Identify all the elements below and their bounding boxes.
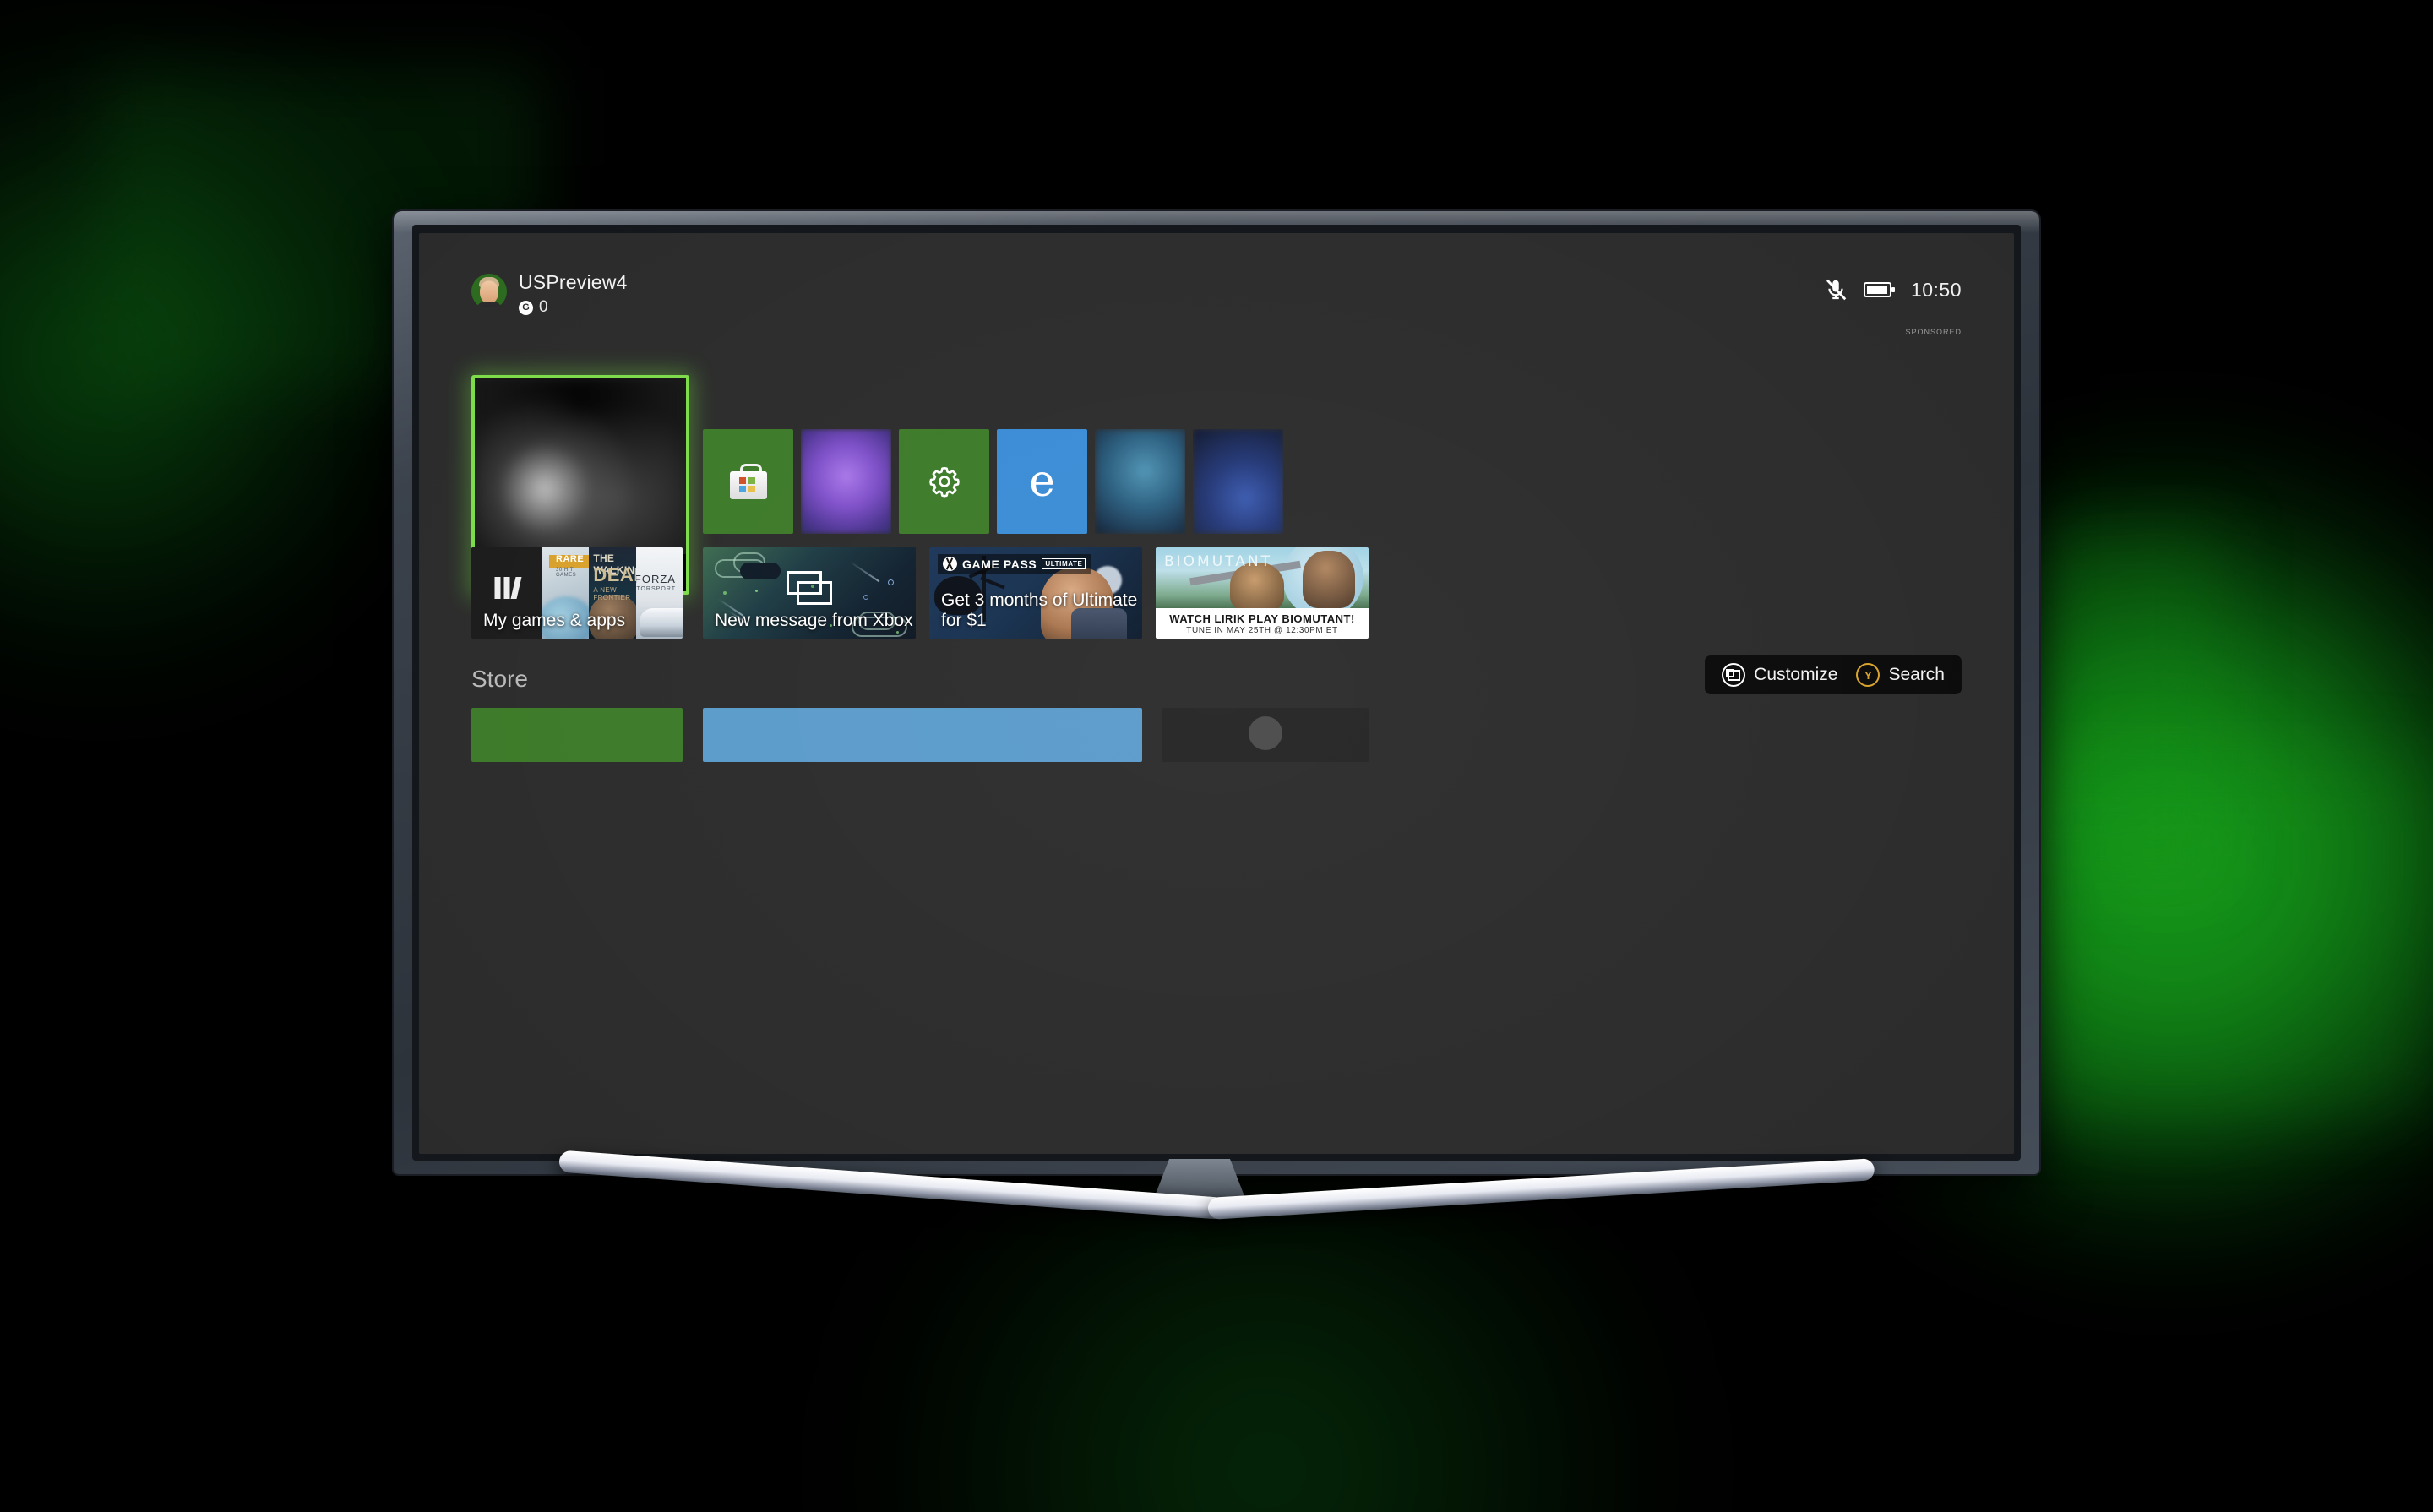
card-my-games-and-apps[interactable]: RARE 30 HIT GAMES THE WALKING DEAD A NEW… bbox=[471, 547, 683, 639]
tile-microsoft-store[interactable] bbox=[703, 429, 793, 534]
gamerscore-g-icon: G bbox=[519, 300, 533, 315]
store-tile-dark[interactable] bbox=[1162, 708, 1369, 762]
card-game-pass-promo[interactable]: GAME PASS ULTIMATE Get 3 months of Ultim… bbox=[929, 547, 1142, 639]
cover-twd-line3: A NEW FRONTIER bbox=[593, 586, 631, 601]
card-sponsored-ad[interactable]: BIOMUTANT WATCH LIRIK PLAY BIOMUTANT! TU… bbox=[1156, 547, 1369, 639]
avatar[interactable] bbox=[471, 274, 507, 309]
television: USPreview4 G 0 10:50 e RARE 30 HIT GAMES… bbox=[394, 211, 2039, 1174]
tile-microsoft-edge[interactable]: e bbox=[997, 429, 1087, 534]
biomutant-ad-art: BIOMUTANT bbox=[1156, 547, 1369, 608]
store-tile-blue[interactable] bbox=[703, 708, 1142, 762]
legend-customize[interactable]: Customize bbox=[1722, 663, 1837, 687]
cover-forza-line2: MOTORSPORT bbox=[636, 586, 676, 592]
legend-search[interactable]: Y Search bbox=[1856, 663, 1945, 687]
biomutant-game-title: BIOMUTANT bbox=[1164, 553, 1272, 570]
biomutant-ad-caption: WATCH LIRIK PLAY BIOMUTANT! TUNE IN MAY … bbox=[1156, 608, 1369, 639]
gamerscore-value: 0 bbox=[539, 298, 548, 317]
cover-rare-sub: 30 HIT GAMES bbox=[556, 568, 577, 578]
xbox-sphere-icon bbox=[943, 557, 957, 571]
biomutant-headline: WATCH LIRIK PLAY BIOMUTANT! bbox=[1169, 612, 1355, 625]
card-new-message[interactable]: New message from Xbox bbox=[703, 547, 916, 639]
tile-teal-game[interactable] bbox=[1095, 429, 1185, 534]
legend-search-label: Search bbox=[1888, 665, 1945, 684]
biomutant-subline: TUNE IN MAY 25TH @ 12:30PM ET bbox=[1186, 625, 1338, 635]
game-pass-label: Get 3 months of Ultimate for $1 bbox=[941, 590, 1138, 630]
avatar-face bbox=[480, 280, 498, 304]
cover-rare-title: RARE bbox=[556, 554, 585, 564]
y-button-icon: Y bbox=[1856, 663, 1881, 687]
tile-art-purple bbox=[801, 429, 891, 534]
view-button-icon bbox=[1722, 663, 1746, 687]
xbox-dashboard: USPreview4 G 0 10:50 e RARE 30 HIT GAMES… bbox=[419, 233, 2014, 1154]
game-pass-logo-text: GAME PASS bbox=[962, 557, 1037, 571]
cover-forza-line1: FORZA bbox=[635, 573, 676, 585]
avatar-body bbox=[476, 302, 502, 309]
tv-screen: USPreview4 G 0 10:50 e RARE 30 HIT GAMES… bbox=[419, 233, 2014, 1154]
tile-settings[interactable] bbox=[899, 429, 989, 534]
gear-icon bbox=[899, 429, 989, 534]
profile-block[interactable]: USPreview4 G 0 bbox=[471, 272, 1962, 317]
store-section-header: Store bbox=[471, 666, 528, 692]
store-bag-icon bbox=[703, 429, 793, 534]
legend-customize-label: Customize bbox=[1754, 665, 1838, 684]
tile-art-navy bbox=[1193, 429, 1283, 534]
gamerscore-row: G 0 bbox=[519, 298, 628, 317]
scene: USPreview4 G 0 10:50 e RARE 30 HIT GAMES… bbox=[0, 0, 2433, 1512]
chat-bubbles-icon bbox=[787, 570, 832, 605]
cover-twd-line2: DEAD bbox=[593, 564, 635, 585]
tv-stand bbox=[558, 1150, 1875, 1248]
store-tile-green[interactable] bbox=[471, 708, 683, 762]
cover-forza: FORZA MOTORSPORT bbox=[635, 547, 683, 639]
microphone-muted-icon bbox=[1826, 279, 1847, 301]
gamertag: USPreview4 bbox=[519, 271, 628, 293]
game-pass-logo: GAME PASS ULTIMATE bbox=[938, 554, 1091, 574]
my-games-label: My games & apps bbox=[483, 611, 626, 630]
dashboard-header: USPreview4 G 0 10:50 bbox=[471, 272, 1962, 323]
wallpaper-block-b bbox=[1994, 760, 2433, 1115]
tile-navy-game[interactable] bbox=[1193, 429, 1283, 534]
tile-purple-app[interactable] bbox=[801, 429, 891, 534]
new-message-label: New message from Xbox bbox=[715, 611, 913, 630]
clock: 10:50 bbox=[1910, 278, 1962, 301]
system-status: 10:50 bbox=[1823, 277, 1962, 302]
legend-bar: Customize Y Search bbox=[1705, 655, 1962, 694]
tile-art-teal bbox=[1095, 429, 1185, 534]
wallpaper-glow-left bbox=[0, 34, 422, 676]
edge-e-icon: e bbox=[1029, 456, 1055, 507]
battery-icon bbox=[1863, 282, 1895, 297]
sponsored-label: SPONSORED bbox=[1905, 328, 1962, 336]
game-pass-ultimate-badge: ULTIMATE bbox=[1042, 558, 1086, 569]
